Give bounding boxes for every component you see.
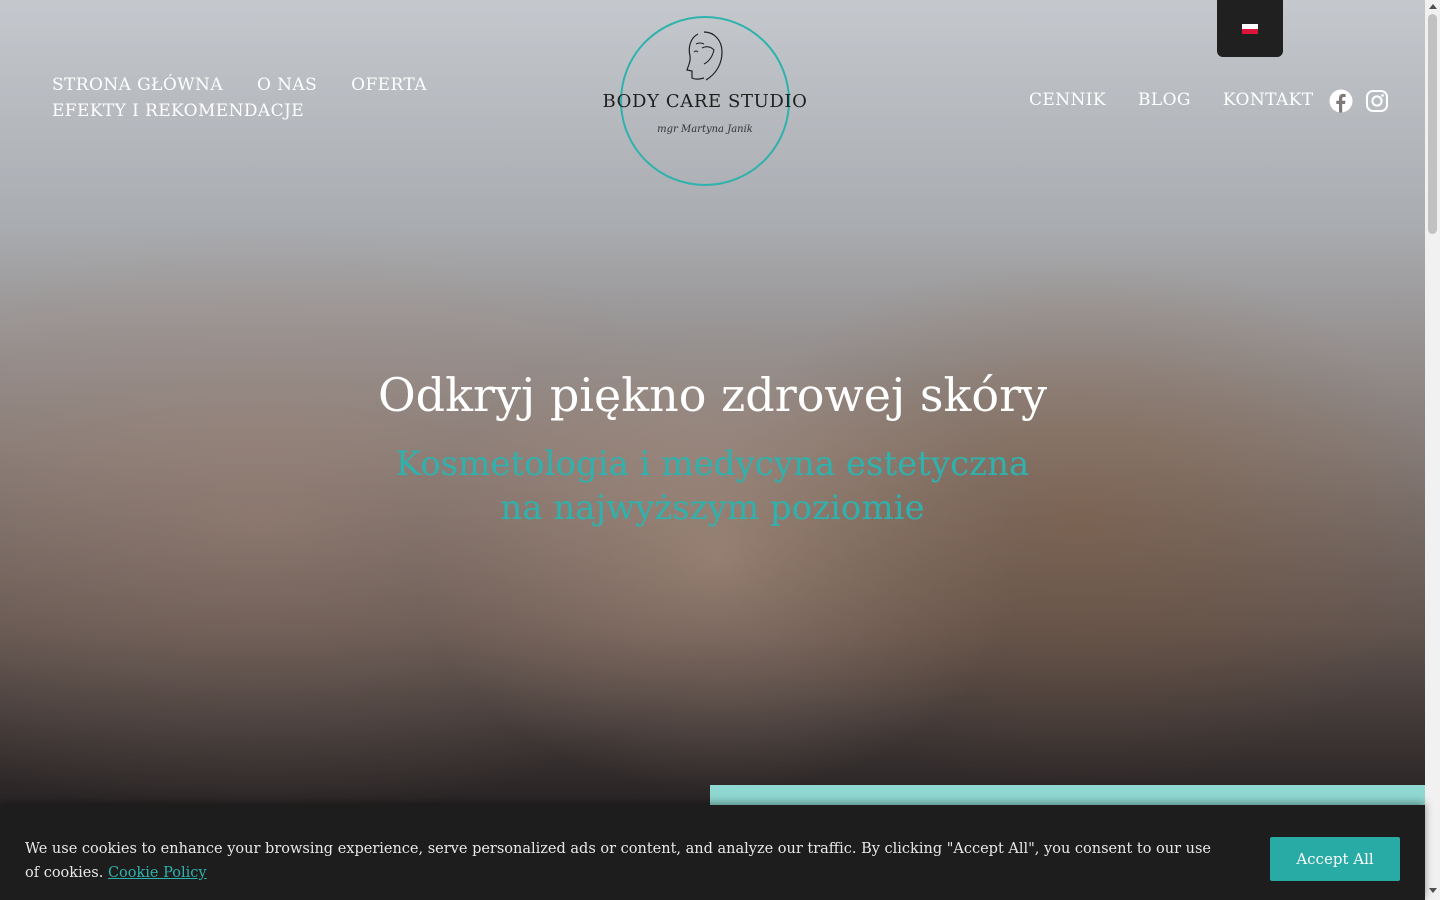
accept-all-button[interactable]: Accept All [1270, 837, 1400, 881]
language-switcher[interactable] [1217, 0, 1283, 57]
nav-link-contact[interactable]: KONTAKT [1223, 89, 1314, 111]
logo-signature: mgr Martyna Janik [657, 124, 753, 135]
hero-subheadline: Kosmetologia i medycyna estetyczna na na… [395, 444, 1030, 528]
nav-right: CENNIK BLOG KONTAKT [1029, 89, 1313, 111]
face-line-art-icon [686, 31, 723, 81]
nav-left: STRONA GŁÓWNA O NAS OFERTA EFEKTY I REKO… [52, 74, 472, 122]
nav-link-blog[interactable]: BLOG [1138, 89, 1191, 111]
scroll-up-arrow-icon[interactable] [1429, 4, 1437, 9]
nav-link-home[interactable]: STRONA GŁÓWNA [52, 74, 223, 96]
scroll-down-arrow-icon[interactable] [1429, 888, 1437, 893]
instagram-icon[interactable] [1365, 89, 1389, 113]
nav-link-offer[interactable]: OFERTA [351, 74, 427, 96]
social-links [1329, 89, 1389, 113]
cookie-message: We use cookies to enhance your browsing … [25, 837, 1215, 885]
facebook-icon[interactable] [1329, 89, 1353, 113]
pl-flag-icon [1242, 23, 1258, 34]
nav-link-results[interactable]: EFEKTY I REKOMENDACJE [52, 100, 304, 122]
logo-title: BODY CARE STUDIO [602, 91, 808, 112]
nav-link-pricing[interactable]: CENNIK [1029, 89, 1106, 111]
cookie-banner: We use cookies to enhance your browsing … [0, 805, 1425, 900]
cookie-policy-link[interactable]: Cookie Policy [108, 865, 207, 881]
hero-headline: Odkryj piękno zdrowej skóry [377, 368, 1048, 422]
scrollbar-thumb[interactable] [1428, 14, 1437, 234]
nav-link-about[interactable]: O NAS [257, 74, 317, 96]
